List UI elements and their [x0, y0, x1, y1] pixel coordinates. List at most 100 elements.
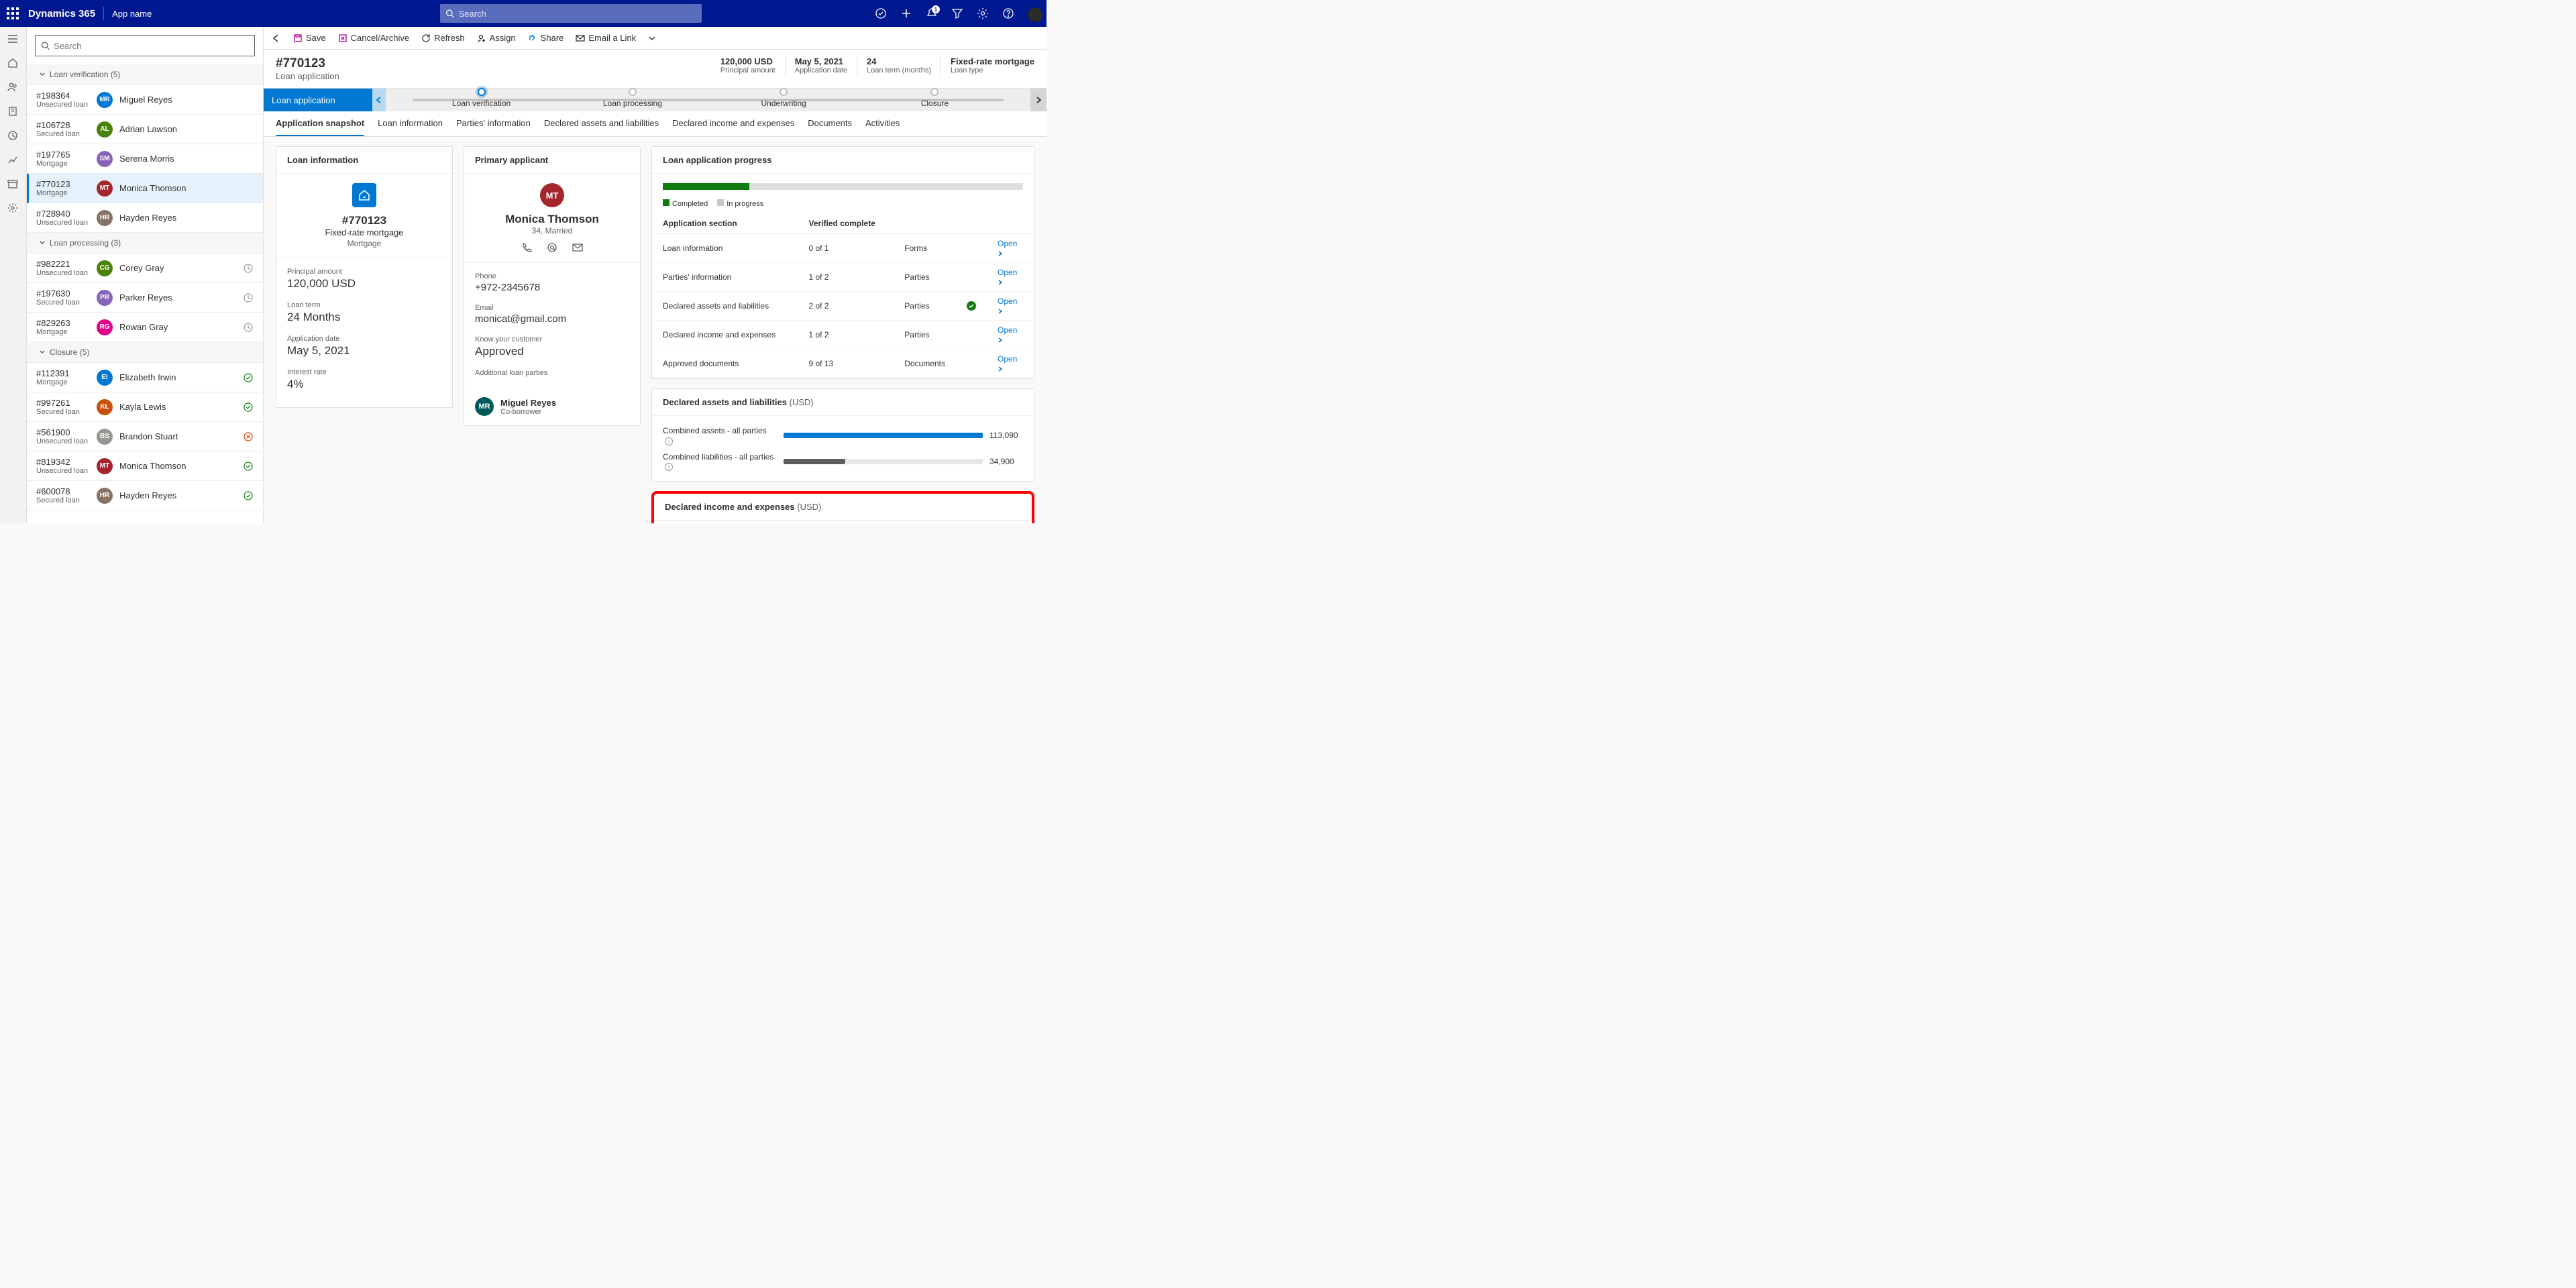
- cancel-button[interactable]: Cancel/Archive: [338, 33, 409, 43]
- record-header: #770123 Loan application 120,000 USDPrin…: [264, 50, 1046, 89]
- menu-icon[interactable]: [7, 34, 19, 46]
- back-button[interactable]: [272, 34, 281, 43]
- assign-label: Assign: [490, 33, 516, 43]
- stage-advance-button[interactable]: [1030, 89, 1046, 111]
- cell-type: Parties: [894, 321, 956, 350]
- list-row[interactable]: #982221Unsecured loanCGCorey Gray: [27, 254, 263, 283]
- list-row[interactable]: #561900Unsecured loanBSBrandon Stuart: [27, 422, 263, 451]
- list-row[interactable]: #197765MortgageSMSerena Morris: [27, 144, 263, 174]
- tab[interactable]: Activities: [865, 111, 900, 136]
- clock-icon[interactable]: [7, 130, 19, 142]
- filter-icon[interactable]: [951, 7, 963, 19]
- loan-info-card: Loan information #770123 Fixed-rate mort…: [276, 146, 453, 408]
- list-section-header[interactable]: Closure (5): [27, 342, 263, 363]
- share-button[interactable]: Share: [528, 33, 564, 43]
- global-search[interactable]: [440, 4, 702, 23]
- topbar-actions: 1: [875, 7, 1040, 19]
- tab[interactable]: Declared income and expenses: [672, 111, 794, 136]
- open-link[interactable]: Open: [998, 354, 1017, 373]
- meta-label: Loan type: [951, 66, 1034, 74]
- building-icon[interactable]: [7, 106, 19, 118]
- list-row[interactable]: #728940Unsecured loanHRHayden Reyes: [27, 203, 263, 233]
- row-avatar: MT: [97, 180, 113, 197]
- row-avatar: KL: [97, 399, 113, 415]
- open-link[interactable]: Open: [998, 268, 1017, 286]
- home-icon[interactable]: [7, 58, 19, 70]
- global-search-input[interactable]: [459, 9, 697, 19]
- notifications-icon[interactable]: 1: [926, 7, 938, 19]
- list-row[interactable]: #819342Unsecured loanMTMonica Thomson: [27, 451, 263, 481]
- email-button[interactable]: Email a Link: [576, 33, 636, 43]
- x-circle-icon: [243, 431, 254, 442]
- info-icon[interactable]: i: [665, 437, 673, 445]
- gear-icon[interactable]: [7, 203, 19, 215]
- tab[interactable]: Application snapshot: [276, 111, 364, 136]
- stage-node[interactable]: Loan verification: [406, 92, 557, 108]
- list-section-header[interactable]: Loan processing (3): [27, 233, 263, 254]
- people-icon[interactable]: [7, 82, 19, 94]
- asset-bar: [784, 433, 983, 438]
- list-row[interactable]: #600078Secured loanHRHayden Reyes: [27, 481, 263, 511]
- app-name-label[interactable]: App name: [112, 9, 152, 19]
- phone-icon[interactable]: [521, 242, 532, 253]
- row-id: #197765: [36, 150, 97, 160]
- stage-node[interactable]: Closure: [859, 92, 1010, 108]
- applicant-name[interactable]: Monica Thomson: [474, 213, 631, 226]
- add-icon[interactable]: [900, 7, 912, 19]
- legend-inprogress: In progress: [727, 200, 763, 208]
- tab[interactable]: Declared assets and liabilities: [544, 111, 659, 136]
- info-icon[interactable]: i: [665, 463, 673, 471]
- co-borrower-row[interactable]: MR Miguel Reyes Co-borrower: [464, 393, 640, 425]
- save-button[interactable]: Save: [293, 33, 326, 43]
- list-row[interactable]: #770123MortgageMTMonica Thomson: [27, 174, 263, 203]
- tab[interactable]: Loan information: [378, 111, 443, 136]
- list-row[interactable]: #997261Secured loanKLKayla Lewis: [27, 392, 263, 422]
- archive-icon[interactable]: [7, 178, 19, 191]
- assistant-icon[interactable]: [875, 7, 887, 19]
- left-rail: [0, 27, 27, 523]
- stage-node[interactable]: Loan processing: [557, 92, 708, 108]
- row-avatar: HR: [97, 210, 113, 226]
- row-avatar: BS: [97, 429, 113, 445]
- refresh-label: Refresh: [434, 33, 465, 43]
- more-commands-button[interactable]: [648, 34, 656, 42]
- legend-completed: Completed: [672, 200, 708, 208]
- account-avatar[interactable]: [1028, 7, 1040, 19]
- list-section-header[interactable]: Loan verification (5): [27, 64, 263, 85]
- app-launcher-icon[interactable]: [7, 7, 19, 19]
- asset-label: Combined liabilities - all parties i: [663, 452, 777, 472]
- loan-info-title: Loan information: [276, 147, 452, 174]
- row-avatar: PR: [97, 290, 113, 306]
- mail-icon[interactable]: [572, 242, 583, 253]
- tab[interactable]: Documents: [808, 111, 852, 136]
- chart-icon[interactable]: [7, 154, 19, 166]
- settings-icon[interactable]: [977, 7, 989, 19]
- list-search-input[interactable]: [54, 41, 249, 51]
- refresh-button[interactable]: Refresh: [421, 33, 465, 43]
- progress-row: Declared income and expenses1 of 2Partie…: [652, 321, 1034, 350]
- field-label: Application date: [287, 335, 441, 343]
- stage-node[interactable]: Underwriting: [708, 92, 859, 108]
- list-search[interactable]: [35, 35, 255, 56]
- progress-row: Declared assets and liabilities2 of 2Par…: [652, 292, 1034, 321]
- help-icon[interactable]: [1002, 7, 1014, 19]
- open-link[interactable]: Open: [998, 325, 1017, 344]
- at-icon[interactable]: [547, 242, 557, 253]
- list-row[interactable]: #829263MortgageRGRowan Gray: [27, 313, 263, 342]
- open-link[interactable]: Open: [998, 297, 1017, 315]
- list-row[interactable]: #198364Unsecured loanMRMiguel Reyes: [27, 85, 263, 115]
- tab[interactable]: Parties' information: [456, 111, 531, 136]
- field-label: Principal amount: [287, 268, 441, 276]
- assign-button[interactable]: Assign: [477, 33, 516, 43]
- list-row[interactable]: #112391MortgageEIElizabeth Irwin: [27, 363, 263, 392]
- cell-section: Loan information: [652, 234, 798, 263]
- brand-label: Dynamics 365: [28, 8, 95, 19]
- list-row[interactable]: #197630Secured loanPRParker Reyes: [27, 283, 263, 313]
- stage-current[interactable]: Loan application: [264, 89, 372, 111]
- row-name: Elizabeth Irwin: [119, 372, 176, 382]
- progress-row: Parties' information1 of 2PartiesOpen: [652, 263, 1034, 292]
- list-row[interactable]: #106728Secured loanALAdrian Lawson: [27, 115, 263, 144]
- open-link[interactable]: Open: [998, 239, 1017, 258]
- progress-legend: Completed In progress: [652, 199, 1034, 213]
- stage-collapse-button[interactable]: [372, 89, 386, 111]
